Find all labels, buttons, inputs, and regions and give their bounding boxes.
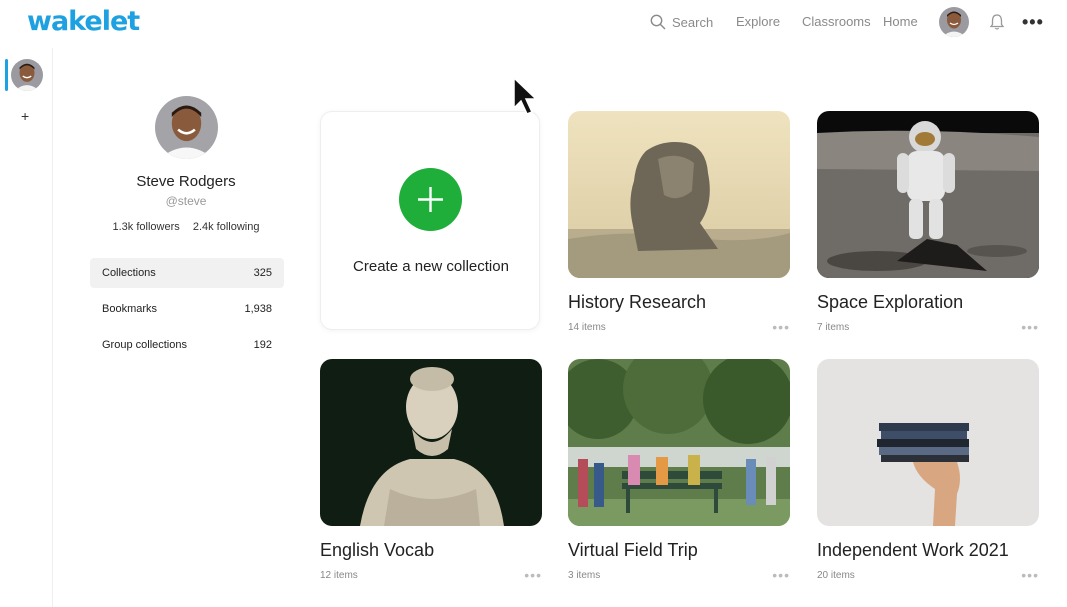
collection-title: Independent Work 2021 bbox=[817, 540, 1009, 560]
following-link[interactable]: 2.4k following bbox=[193, 221, 260, 233]
collection-meta: 20 items ••• bbox=[817, 567, 1039, 583]
side-item-collections[interactable]: Collections 325 bbox=[90, 258, 284, 288]
collection-card-space-exploration[interactable]: Space Exploration 7 items ••• bbox=[817, 111, 1039, 335]
side-menu: Collections 325 Bookmarks 1,938 Group co… bbox=[90, 258, 284, 366]
nav-classrooms[interactable]: Classrooms bbox=[802, 14, 871, 29]
more-options-icon[interactable]: ••• bbox=[772, 319, 790, 335]
collection-meta: 7 items ••• bbox=[817, 319, 1039, 335]
search-icon bbox=[650, 14, 666, 30]
collection-thumbnail bbox=[817, 111, 1039, 278]
top-bar: wakelet Search Explore Classrooms Home •… bbox=[0, 0, 1067, 48]
collection-item-count: 20 items bbox=[817, 569, 855, 581]
nav-search[interactable]: Search bbox=[650, 14, 713, 30]
collection-title: Virtual Field Trip bbox=[568, 540, 698, 560]
plus-icon bbox=[399, 168, 462, 231]
nav-explore[interactable]: Explore bbox=[736, 14, 780, 29]
more-options-icon[interactable]: ••• bbox=[1021, 319, 1039, 335]
collection-item-count: 3 items bbox=[568, 569, 601, 581]
side-item-count: 1,938 bbox=[244, 303, 272, 315]
rail-active-indicator bbox=[5, 59, 8, 91]
collection-meta: 14 items ••• bbox=[568, 319, 790, 335]
collection-title: Space Exploration bbox=[817, 292, 964, 312]
mouse-cursor-icon bbox=[513, 76, 538, 115]
profile-stats: 1.3k followers 2.4k following bbox=[86, 221, 286, 233]
side-item-label: Bookmarks bbox=[102, 303, 158, 315]
rail-add-button[interactable]: + bbox=[21, 108, 29, 124]
side-item-label: Group collections bbox=[102, 339, 187, 351]
collection-card-english-vocab[interactable]: English Vocab 12 items ••• bbox=[320, 359, 542, 583]
nav-home[interactable]: Home bbox=[883, 14, 918, 29]
collection-item-count: 7 items bbox=[817, 321, 850, 333]
side-item-label: Collections bbox=[102, 267, 156, 279]
side-item-bookmarks[interactable]: Bookmarks 1,938 bbox=[90, 294, 284, 324]
collection-meta: 3 items ••• bbox=[568, 567, 790, 583]
collection-card-virtual-field-trip[interactable]: Virtual Field Trip 3 items ••• bbox=[568, 359, 790, 583]
bell-icon[interactable] bbox=[988, 13, 1006, 31]
profile-name: Steve Rodgers bbox=[136, 173, 236, 190]
followers-link[interactable]: 1.3k followers bbox=[113, 221, 180, 233]
more-options-icon[interactable]: ••• bbox=[524, 567, 542, 583]
collection-card-independent-work-2021[interactable]: Independent Work 2021 20 items ••• bbox=[817, 359, 1039, 583]
profile-handle: @steve bbox=[165, 194, 207, 208]
more-options-icon[interactable]: ••• bbox=[1021, 567, 1039, 583]
create-collection-label: Create a new collection bbox=[353, 258, 509, 275]
collection-thumbnail bbox=[568, 111, 790, 278]
wakelet-logo[interactable]: wakelet bbox=[27, 6, 140, 37]
side-item-count: 192 bbox=[253, 339, 272, 351]
create-collection-card[interactable]: Create a new collection bbox=[320, 111, 540, 330]
profile-avatar bbox=[155, 96, 218, 159]
collection-thumbnail bbox=[817, 359, 1039, 526]
side-item-count: 325 bbox=[253, 267, 272, 279]
collection-title: English Vocab bbox=[320, 540, 435, 560]
user-avatar[interactable] bbox=[939, 7, 969, 37]
nav-search-label: Search bbox=[672, 14, 714, 30]
collection-meta: 12 items ••• bbox=[320, 567, 542, 583]
collection-card-history-research[interactable]: History Research 14 items ••• bbox=[568, 111, 790, 335]
more-menu-icon[interactable]: ••• bbox=[1022, 12, 1044, 33]
collection-item-count: 14 items bbox=[568, 321, 606, 333]
more-options-icon[interactable]: ••• bbox=[772, 567, 790, 583]
left-rail: + bbox=[0, 48, 53, 607]
collection-item-count: 12 items bbox=[320, 569, 358, 581]
collection-title: History Research bbox=[568, 292, 707, 312]
rail-profile-avatar[interactable] bbox=[11, 59, 43, 91]
collection-thumbnail bbox=[320, 359, 542, 526]
collection-thumbnail bbox=[568, 359, 790, 526]
side-item-group-collections[interactable]: Group collections 192 bbox=[90, 330, 284, 360]
